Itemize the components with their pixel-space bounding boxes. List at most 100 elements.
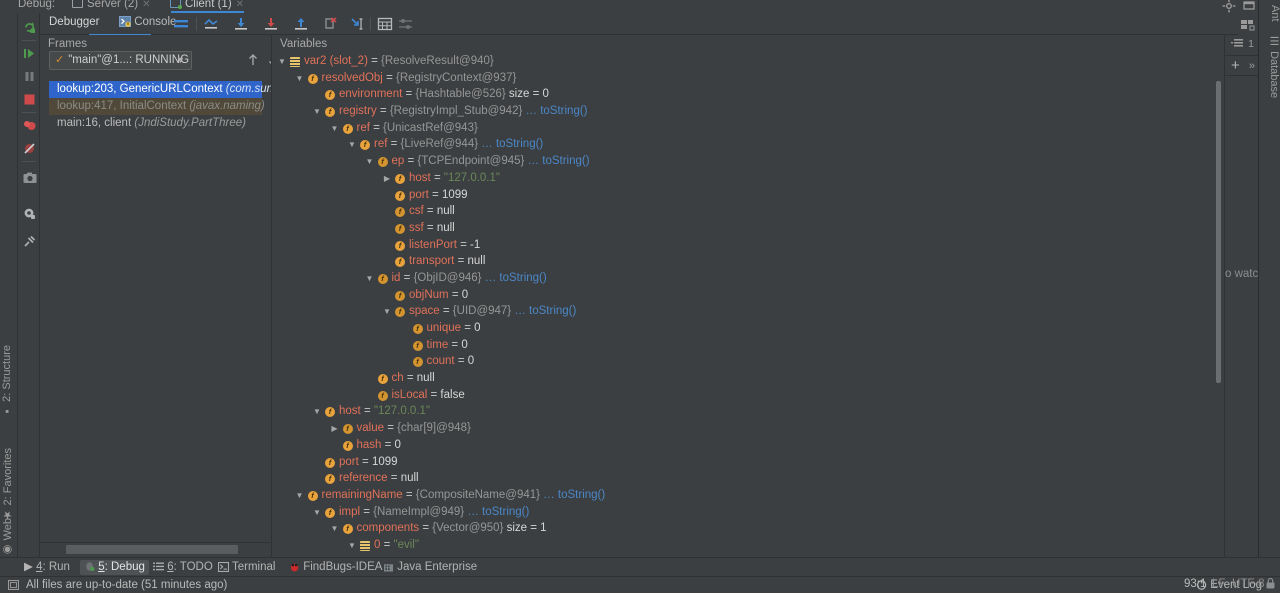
variable-row[interactable]: ▼ f remainingName = {CompositeName@941} … … bbox=[272, 487, 1219, 504]
step-over-icon[interactable] bbox=[233, 17, 249, 32]
add-watch-button[interactable]: + bbox=[1231, 58, 1240, 73]
tostring-link[interactable]: … toString() bbox=[464, 506, 529, 518]
variable-row[interactable]: ▼ f ep = {TCPEndpoint@945} … toString() bbox=[272, 153, 1219, 170]
pin-tab-button[interactable] bbox=[18, 231, 40, 252]
thread-selector[interactable]: ✓ "main"@1...: RUNNING ▼ bbox=[49, 51, 192, 70]
bottom-tab-findbugs[interactable]: FindBugs-IDEA bbox=[289, 560, 382, 575]
left-tool-rail[interactable]: ▪ 2: Structure ★ 2: Favorites ◉ Web bbox=[0, 13, 18, 557]
event-log-button[interactable]: Event Log bbox=[1196, 579, 1262, 591]
tab-console[interactable]: Console bbox=[119, 16, 176, 28]
step-into-icon[interactable] bbox=[263, 17, 279, 32]
frame-row-1[interactable]: lookup:417, InitialContext (javax.naming… bbox=[49, 98, 265, 115]
tostring-link[interactable]: … toString() bbox=[482, 272, 547, 284]
settings-gear-icon[interactable] bbox=[1222, 0, 1236, 13]
bottom-tab-todo[interactable]: 6: TODO bbox=[153, 560, 213, 575]
variable-row[interactable]: f ssf = null bbox=[272, 220, 1219, 237]
tostring-link[interactable]: … toString() bbox=[522, 105, 588, 117]
frame-up-button[interactable] bbox=[246, 53, 262, 69]
variable-row[interactable]: f port = 1099 bbox=[272, 187, 1219, 204]
debugger-toolbar[interactable]: Debugger Console bbox=[40, 13, 1238, 36]
restore-layout-icon[interactable] bbox=[1240, 18, 1255, 32]
bottom-tab-terminal[interactable]: Terminal bbox=[218, 560, 275, 575]
frames-hscroll-thumb[interactable] bbox=[66, 545, 238, 554]
chevron-down-icon[interactable]: ▼ bbox=[365, 153, 375, 170]
more-watch-actions-button[interactable]: » bbox=[1249, 60, 1255, 72]
variable-row[interactable]: ▼ f components = {Vector@950} size = 1 bbox=[272, 520, 1219, 537]
variable-row[interactable]: f objNum = 0 bbox=[272, 287, 1219, 304]
variable-row[interactable]: f count = 0 bbox=[272, 353, 1219, 370]
tostring-link[interactable]: … toString() bbox=[524, 155, 590, 167]
chevron-down-icon[interactable]: ▼ bbox=[312, 103, 322, 120]
chevron-down-icon[interactable]: ▼ bbox=[277, 53, 287, 70]
frames-list[interactable]: lookup:203, GenericURLContext (com.sun.j… bbox=[49, 81, 279, 181]
variable-row[interactable]: f hash = 0 bbox=[272, 437, 1219, 454]
chevron-down-icon[interactable]: ▼ bbox=[330, 120, 340, 137]
variable-row[interactable]: ▼ f impl = {NameImpl@949} … toString() bbox=[272, 504, 1219, 521]
bottom-tab-debug[interactable]: 5: Debug bbox=[80, 560, 149, 575]
debug-tool-window-tabs[interactable]: Debug: Server (2) ✕ Client (1) ✕ bbox=[0, 0, 1280, 13]
mute-breakpoints-button[interactable] bbox=[18, 138, 40, 159]
variable-row[interactable]: f environment = {Hashtable@526} size = 0 bbox=[272, 86, 1219, 103]
chevron-down-icon[interactable]: ▼ bbox=[176, 52, 185, 69]
bottom-tab-java-enterprise[interactable]: Java Enterprise bbox=[383, 560, 477, 575]
close-icon[interactable]: ✕ bbox=[142, 0, 150, 10]
chevron-down-icon[interactable]: ▼ bbox=[347, 537, 357, 554]
variable-row[interactable]: ▼ 0 = "evil" bbox=[272, 537, 1219, 554]
variable-row[interactable]: f reference = null bbox=[272, 470, 1219, 487]
variable-row[interactable]: ▼ f ref = {LiveRef@944} … toString() bbox=[272, 136, 1219, 153]
variable-row[interactable]: ▼ f ref = {UnicastRef@943} bbox=[272, 120, 1219, 137]
tab-client[interactable]: Client (1) ✕ bbox=[170, 0, 244, 10]
variable-row[interactable]: ▼ var2 (slot_2) = {ResolveResult@940} bbox=[272, 53, 1219, 70]
run-to-cursor-icon[interactable] bbox=[350, 17, 366, 32]
variable-row[interactable]: ▼ f resolvedObj = {RegistryContext@937} bbox=[272, 70, 1219, 87]
debug-actions-toolbar[interactable] bbox=[18, 13, 40, 557]
chevron-down-icon[interactable]: ▼ bbox=[330, 520, 340, 537]
chevron-down-icon[interactable]: ▼ bbox=[295, 70, 305, 87]
bottom-tool-bar[interactable]: ▶ 4: Run 5: Debug 6: TODO Terminal FindB… bbox=[0, 557, 1280, 576]
screenshot-button[interactable] bbox=[18, 168, 40, 189]
variables-vscroll-thumb[interactable] bbox=[1216, 81, 1221, 383]
variable-row[interactable]: f listenPort = -1 bbox=[272, 237, 1219, 254]
stop-button[interactable] bbox=[18, 89, 40, 110]
close-icon[interactable]: ✕ bbox=[236, 0, 244, 10]
chevron-down-icon[interactable]: ▼ bbox=[382, 303, 392, 320]
variable-row[interactable]: f isLocal = false bbox=[272, 387, 1219, 404]
chevron-down-icon[interactable]: ▼ bbox=[347, 136, 357, 153]
view-breakpoints-button[interactable] bbox=[18, 115, 40, 136]
rail-tab-favorites[interactable]: ★ 2: Favorites bbox=[1, 448, 18, 522]
rail-tab-web[interactable]: ◉ Web bbox=[1, 518, 18, 556]
rail-tab-ant[interactable]: Ant bbox=[1259, 2, 1280, 22]
tostring-link[interactable]: … toString() bbox=[478, 138, 543, 150]
variable-row[interactable]: f time = 0 bbox=[272, 337, 1219, 354]
chevron-down-icon[interactable]: ▼ bbox=[312, 504, 322, 521]
rail-tab-database[interactable]: ☰ Database bbox=[1259, 32, 1280, 98]
chevron-right-icon[interactable]: ▶ bbox=[382, 170, 392, 187]
force-step-into-icon[interactable] bbox=[323, 17, 339, 32]
step-out-icon[interactable] bbox=[293, 17, 309, 32]
watches-toolbar[interactable]: + » bbox=[1225, 56, 1258, 76]
show-execution-point-icon[interactable] bbox=[203, 17, 219, 32]
variable-row[interactable]: f transport = null bbox=[272, 253, 1219, 270]
variable-row[interactable]: ▼ f registry = {RegistryImpl_Stub@942} … t… bbox=[272, 103, 1219, 120]
right-tool-rail[interactable]: Ant ☰ Database bbox=[1258, 0, 1280, 557]
variable-row[interactable]: ▼ f id = {ObjID@946} … toString() bbox=[272, 270, 1219, 287]
variable-row[interactable]: f csf = null bbox=[272, 203, 1219, 220]
chevron-down-icon[interactable]: ▼ bbox=[365, 270, 375, 287]
chevron-down-icon[interactable]: ▼ bbox=[312, 403, 322, 420]
variables-tree[interactable]: ▼ var2 (slot_2) = {ResolveResult@940} ▼ f re… bbox=[272, 53, 1219, 557]
variable-row[interactable]: ▶ f host = "127.0.0.1" bbox=[272, 170, 1219, 187]
hide-window-icon[interactable] bbox=[1242, 0, 1256, 13]
mute-breakpoints-icon[interactable] bbox=[173, 17, 189, 32]
memory-indicator-icon[interactable] bbox=[8, 579, 19, 591]
tostring-link[interactable]: … toString() bbox=[540, 489, 605, 501]
chevron-right-icon[interactable]: ▶ bbox=[330, 420, 340, 437]
tab-debugger[interactable]: Debugger bbox=[49, 16, 100, 28]
chevron-down-icon[interactable]: ▼ bbox=[295, 487, 305, 504]
variable-row[interactable]: f ch = null bbox=[272, 370, 1219, 387]
settings-icon[interactable] bbox=[398, 17, 414, 32]
frames-hscroll-track[interactable] bbox=[40, 542, 270, 555]
settings-button[interactable] bbox=[18, 203, 40, 224]
resume-program-button[interactable] bbox=[18, 43, 40, 64]
frame-row-0[interactable]: lookup:203, GenericURLContext (com.sun.j bbox=[49, 81, 279, 98]
frame-row-2[interactable]: main:16, client (JndiStudy.PartThree) bbox=[49, 115, 262, 132]
